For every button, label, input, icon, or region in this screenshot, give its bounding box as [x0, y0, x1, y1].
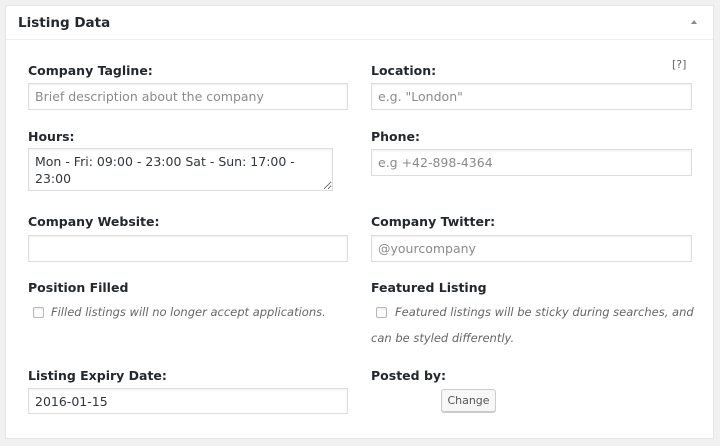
company-website-input[interactable] [28, 235, 348, 262]
phone-input[interactable] [371, 149, 692, 176]
posted-by-label: Posted by: [371, 368, 447, 383]
hours-textarea[interactable]: Mon - Fri: 09:00 - 23:00 Sat - Sun: 17:0… [28, 148, 333, 191]
location-input[interactable] [371, 83, 692, 110]
featured-listing-description-line2: can be styled differently. [371, 331, 515, 345]
triangle-up-icon[interactable] [689, 17, 699, 27]
metabox-title: Listing Data [18, 15, 111, 31]
location-help-link[interactable]: [?] [672, 58, 686, 71]
change-author-button[interactable]: Change [441, 389, 496, 412]
company-tagline-input[interactable] [28, 83, 348, 110]
metabox-header[interactable]: Listing Data [6, 6, 713, 40]
position-filled-checkbox[interactable] [33, 307, 44, 318]
featured-listing-checkbox[interactable] [376, 307, 387, 318]
company-tagline-label: Company Tagline: [28, 63, 153, 78]
company-twitter-input[interactable] [371, 235, 692, 262]
location-label: Location: [371, 63, 437, 78]
phone-label: Phone: [371, 129, 421, 144]
hours-label: Hours: [28, 129, 75, 144]
listing-expiry-input[interactable] [28, 388, 348, 414]
position-filled-label: Position Filled [28, 280, 129, 295]
company-twitter-label: Company Twitter: [371, 214, 496, 229]
position-filled-description: Filled listings will no longer accept ap… [51, 305, 326, 319]
company-website-label: Company Website: [28, 214, 160, 229]
featured-listing-label: Featured Listing [371, 280, 487, 295]
listing-expiry-label: Listing Expiry Date: [28, 368, 167, 383]
featured-listing-description-line1: Featured listings will be sticky during … [395, 305, 694, 319]
